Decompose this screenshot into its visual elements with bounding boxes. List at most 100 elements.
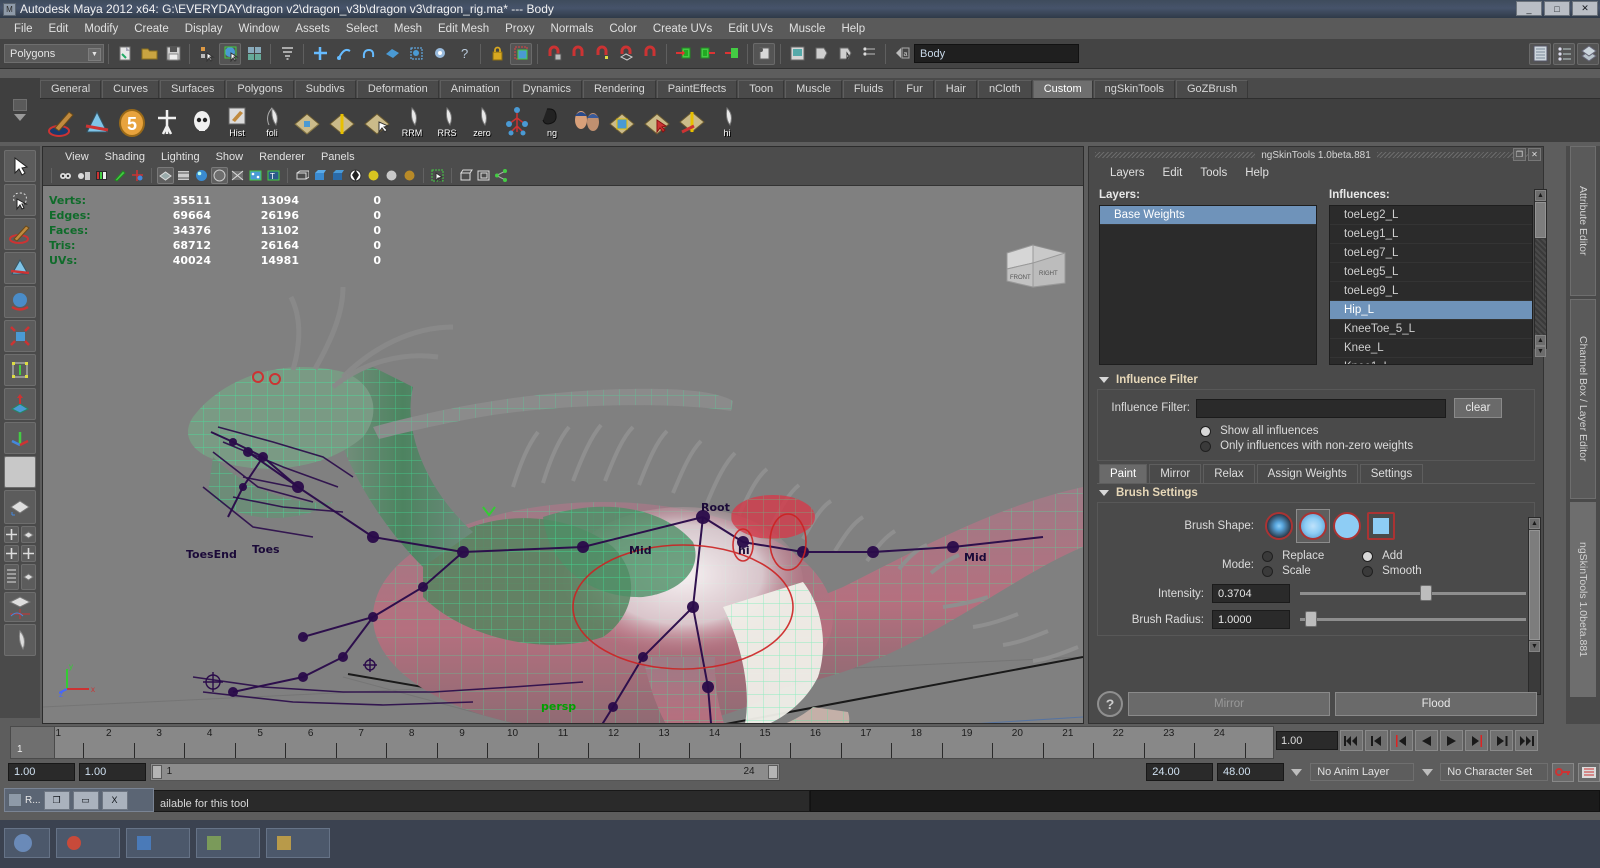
snap-to-plane-icon[interactable]	[381, 43, 403, 65]
select-tool-icon[interactable]	[4, 150, 36, 182]
shelf-tab-gozbrush[interactable]: GoZBrush	[1175, 80, 1249, 98]
taskbar-start-icon[interactable]	[4, 828, 50, 858]
shelf-tab-deformation[interactable]: Deformation	[356, 80, 439, 98]
scrollbar-thumb[interactable]	[1535, 202, 1546, 238]
perspective-viewport[interactable]: View Shading Lighting Show Renderer Pane…	[42, 146, 1084, 724]
polygon-tool-d-icon[interactable]	[641, 104, 673, 138]
anim-layer-chevron-icon[interactable]	[1288, 768, 1306, 776]
shelf-menu-chevron-icon[interactable]	[14, 114, 26, 121]
menu-mesh[interactable]: Mesh	[386, 21, 430, 37]
open-scene-icon[interactable]	[138, 43, 160, 65]
shelf-options-icon[interactable]	[13, 99, 27, 111]
influence-item-knee-l[interactable]: Knee_L	[1330, 339, 1532, 358]
scroll-down-arrow-top-icon[interactable]: ▲	[1535, 335, 1546, 346]
polygon-tool-a-icon[interactable]	[291, 104, 323, 138]
influences-scrollbar[interactable]: ▲ ▲ ▼	[1534, 189, 1547, 357]
taskbar-app-4[interactable]	[266, 828, 330, 858]
menu-create-uvs[interactable]: Create UVs	[645, 21, 720, 37]
paint-select-tool-icon[interactable]	[4, 218, 36, 250]
exposure-icon[interactable]	[129, 167, 146, 184]
save-scene-icon[interactable]	[162, 43, 184, 65]
subwindow-minimize-icon[interactable]: ▭	[72, 790, 99, 810]
radio-mode-scale[interactable]	[1262, 565, 1273, 577]
influence-item-toeleg5-l[interactable]: toeLeg5_L	[1330, 263, 1532, 282]
single-perspective-layout-icon[interactable]	[4, 490, 36, 524]
shelf-button-bar[interactable]: 5 Hist foli RRM RRS zero ng hi	[40, 98, 1600, 142]
menu-edit[interactable]: Edit	[41, 21, 77, 37]
anim-end-field[interactable]: 48.00	[1217, 763, 1284, 781]
layout-buttons-row3[interactable]	[4, 564, 36, 590]
four-view-layout-icon[interactable]	[4, 526, 19, 543]
layer-item-base-weights[interactable]: Base Weights	[1100, 206, 1316, 225]
xray-icon[interactable]	[229, 167, 246, 184]
history-tool-icon[interactable]: Hist	[221, 104, 253, 138]
lock-icon[interactable]	[486, 43, 508, 65]
viewport-menu-shading[interactable]: Shading	[97, 150, 153, 164]
shadows-icon[interactable]	[401, 167, 418, 184]
influence-item-toeleg2-l[interactable]: toeLeg2_L	[1330, 206, 1532, 225]
intensity-input[interactable]: 0.3704	[1212, 584, 1290, 603]
brush-scroll-up-icon[interactable]: ▲	[1529, 518, 1540, 529]
ng-tool-icon[interactable]: ng	[536, 104, 568, 138]
mirror-button[interactable]: Mirror	[1128, 692, 1330, 716]
scroll-up-arrow-icon[interactable]: ▲	[1535, 190, 1546, 201]
grid-toggle-icon[interactable]	[457, 167, 474, 184]
subwindow-restore-icon[interactable]: ❐	[43, 790, 70, 810]
tool-settings-toggle-icon[interactable]	[1577, 42, 1599, 65]
polygon-tool-e-icon[interactable]	[676, 104, 708, 138]
number-5-tool-icon[interactable]: 5	[116, 104, 148, 138]
character-set-dropdown[interactable]: No Character Set	[1440, 763, 1548, 781]
window-controls[interactable]: _ □ ✕	[1516, 1, 1598, 16]
new-scene-icon[interactable]	[114, 43, 136, 65]
flood-button[interactable]: Flood	[1335, 692, 1537, 716]
flat-shade-icon[interactable]	[211, 167, 228, 184]
windows-taskbar[interactable]: R... ❐ ▭ X ailable for this tool	[0, 788, 1600, 868]
menu-normals[interactable]: Normals	[543, 21, 602, 37]
radio-mode-add[interactable]	[1362, 550, 1373, 562]
viewport-menu-renderer[interactable]: Renderer	[251, 150, 313, 164]
viewport-menu-view[interactable]: View	[57, 150, 97, 164]
panel-undock-icon[interactable]: ❐	[1513, 148, 1526, 161]
taskbar-app-3[interactable]	[196, 828, 260, 858]
radio-show-all-row[interactable]: Show all influences	[1104, 425, 1528, 437]
outliner-layout-icon[interactable]	[4, 564, 19, 590]
radio-mode-replace[interactable]	[1262, 550, 1273, 562]
show-manipulator-icon[interactable]	[753, 42, 775, 65]
anim-layer-dropdown[interactable]: No Anim Layer	[1310, 763, 1414, 781]
subwindow-titlebar[interactable]: R... ❐ ▭ X	[4, 788, 154, 812]
brush-shape-solid[interactable]	[1330, 509, 1364, 543]
wireframe-on-shaded-icon[interactable]	[293, 167, 310, 184]
shelf-tab-painteffects[interactable]: PaintEffects	[656, 80, 738, 98]
layout-buttons-row1[interactable]	[4, 526, 36, 543]
snap-to-point-icon[interactable]	[357, 43, 379, 65]
menu-assets[interactable]: Assets	[287, 21, 338, 37]
select-field-mode-icon[interactable]: a	[891, 43, 913, 65]
panel-window-controls[interactable]: ❐ ✕	[1513, 148, 1541, 161]
menu-proxy[interactable]: Proxy	[497, 21, 542, 37]
viewport-canvas[interactable]: Verts: 35511 13094 0 Edges: 69664 26196 …	[43, 187, 1083, 723]
three-pane-layout-icon[interactable]	[21, 545, 36, 562]
tab-assign-weights[interactable]: Assign Weights	[1256, 464, 1358, 483]
shelf-tab-general[interactable]: General	[40, 80, 102, 98]
axis-manipulator-icon[interactable]	[4, 422, 36, 454]
xray-joints-icon[interactable]	[247, 167, 264, 184]
shaded-sphere-icon[interactable]	[193, 167, 210, 184]
menu-help[interactable]: Help	[833, 21, 873, 37]
rrs-tool-icon[interactable]: RRS	[431, 104, 463, 138]
persp-layout-icon[interactable]	[21, 564, 36, 590]
menu-select[interactable]: Select	[338, 21, 386, 37]
subwindow-close-icon[interactable]: X	[101, 790, 128, 810]
quick-selection-field[interactable]: Body	[914, 44, 1079, 63]
two-pane-layout-icon[interactable]	[4, 545, 19, 562]
magnet-curve-icon[interactable]	[567, 43, 589, 65]
magnet-point-icon[interactable]	[591, 43, 613, 65]
ng-menu-edit[interactable]: Edit	[1154, 166, 1192, 180]
menu-create[interactable]: Create	[126, 21, 177, 37]
mode-smooth-row[interactable]: Smooth	[1362, 565, 1422, 577]
ngskintools-panel[interactable]: ngSkinTools 1.0beta.881 ❐ ✕ Layers Edit …	[1088, 146, 1547, 724]
influence-item-toeleg7-l[interactable]: toeLeg7_L	[1330, 244, 1532, 263]
maximize-button[interactable]: □	[1544, 1, 1570, 16]
menu-edit-mesh[interactable]: Edit Mesh	[430, 21, 497, 37]
scale-tool-icon[interactable]	[4, 320, 36, 352]
camera-attributes-icon[interactable]	[75, 167, 92, 184]
